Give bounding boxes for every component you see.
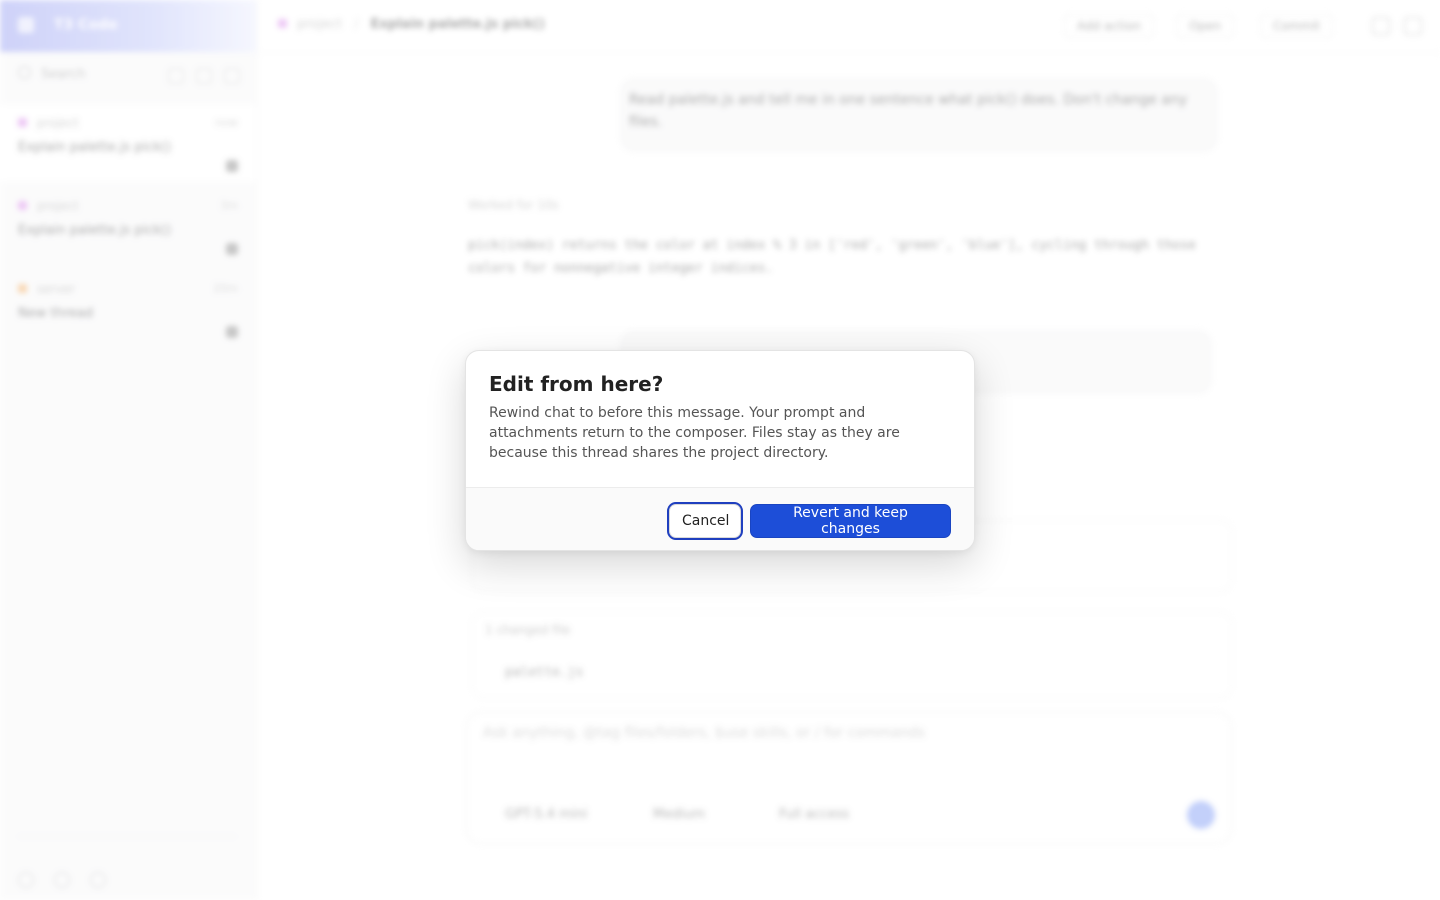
dialog-footer: Cancel Revert and keep changes (466, 487, 974, 550)
cancel-button[interactable]: Cancel (667, 502, 743, 540)
dialog-title: Edit from here? (489, 372, 664, 396)
dialog-message: Rewind chat to before this message. Your… (489, 405, 900, 461)
revert-keep-changes-button[interactable]: Revert and keep changes (750, 504, 951, 538)
edit-confirm-dialog: Edit from here? Rewind chat to before th… (465, 350, 975, 551)
